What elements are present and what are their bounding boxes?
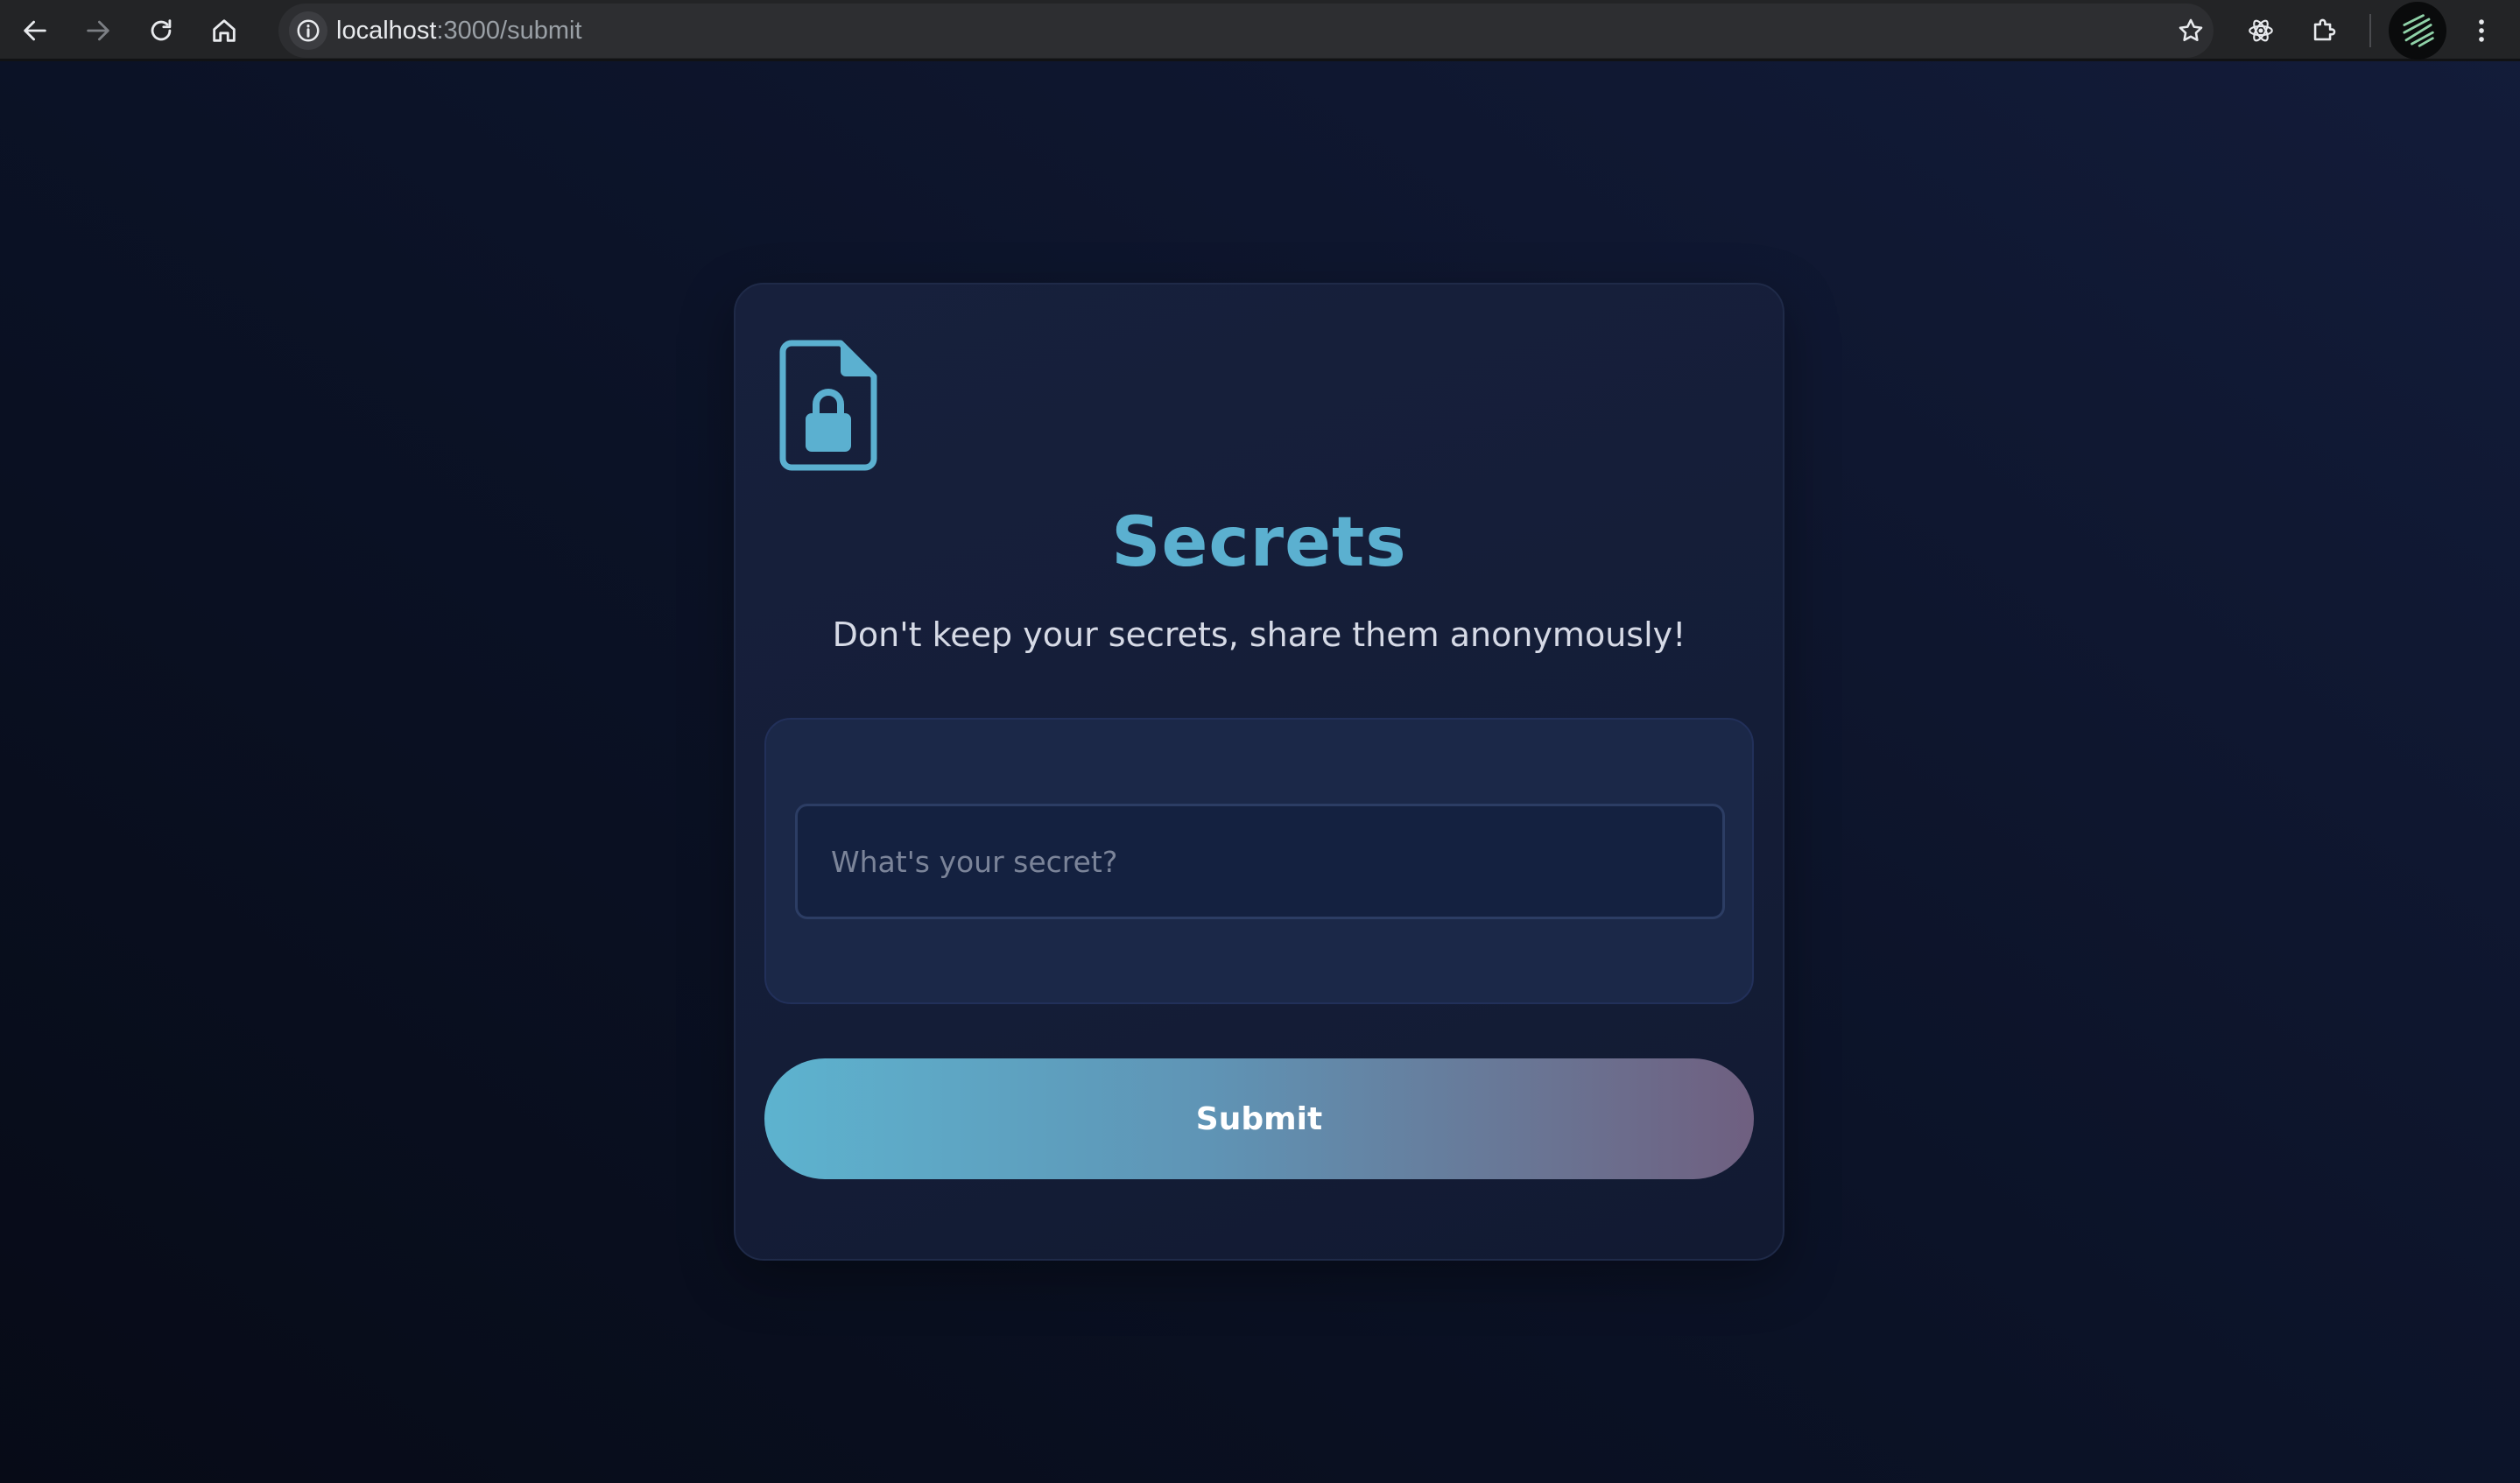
puzzle-icon [2313,18,2336,41]
info-icon [297,19,320,42]
url-host: localhost [336,17,437,45]
home-icon [213,19,236,42]
star-icon [2179,18,2203,42]
file-lock-icon [779,340,877,471]
reload-icon [151,19,172,41]
avatar[interactable] [2389,2,2446,60]
forward-button[interactable] [75,8,121,53]
address-bar[interactable]: localhost:3000/submit [278,4,2214,58]
arrow-left-icon [24,20,46,41]
url-path: :3000/submit [436,17,582,45]
kebab-menu-icon [2479,19,2484,42]
back-button[interactable] [12,8,58,53]
browser-toolbar: localhost:3000/submit [0,0,2520,61]
atom-icon [2249,19,2273,42]
page-subtitle: Don't keep your secrets, share them anon… [832,615,1686,654]
secrets-card: Secrets Don't keep your secrets, share t… [734,283,1784,1261]
arrow-right-icon [87,20,109,41]
site-info-button[interactable] [289,11,327,50]
submit-button[interactable]: Submit [764,1058,1754,1179]
bookmark-button[interactable] [2172,11,2210,50]
reload-button[interactable] [138,8,184,53]
page-title: Secrets [1111,503,1407,582]
secret-input[interactable] [795,804,1725,919]
url-text[interactable]: localhost:3000/submit [336,14,582,47]
home-button[interactable] [201,8,247,53]
extensions-button[interactable] [2301,8,2347,53]
profile-avatar-icon [2403,14,2434,47]
browser-menu-button[interactable] [2460,8,2502,53]
toolbar-divider [2369,14,2371,47]
react-devtools-button[interactable] [2238,8,2284,53]
secret-form-panel [764,718,1754,1004]
